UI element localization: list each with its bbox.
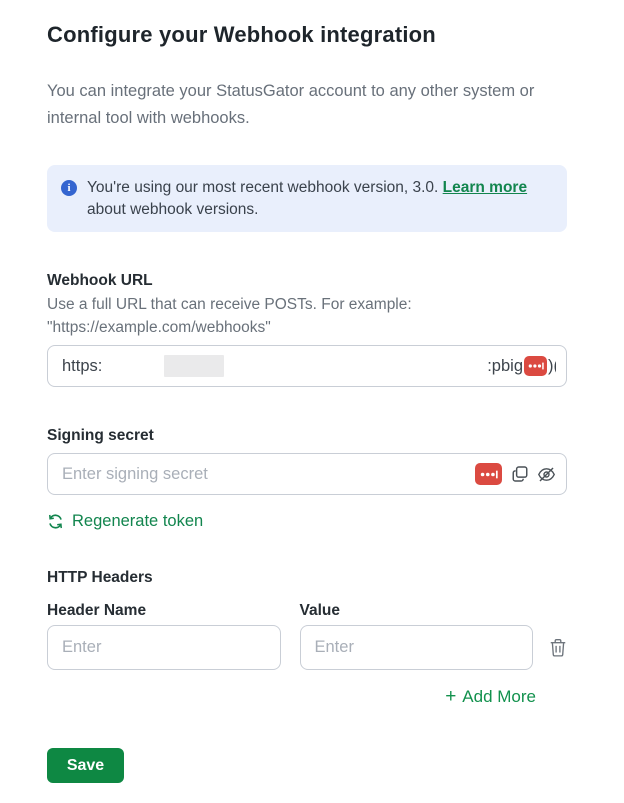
redacted-url-segment [164, 355, 224, 377]
signing-secret-section: Signing secret [47, 427, 567, 535]
url-value-prefix: https: [62, 357, 102, 376]
webhook-url-section: Webhook URL Use a full URL that can rece… [47, 272, 567, 387]
url-value-right: :pbig )( [487, 356, 556, 376]
refresh-icon [47, 513, 64, 530]
delete-header-row-button[interactable] [549, 638, 567, 657]
http-header-row: Header Name Value [47, 602, 567, 670]
signing-secret-input[interactable] [62, 465, 466, 484]
banner-text-after: about webhook versions. [87, 201, 258, 218]
http-headers-label: HTTP Headers [47, 569, 567, 587]
lastpass-icon[interactable] [475, 463, 502, 485]
page-subtitle: You can integrate your StatusGator accou… [47, 78, 567, 132]
webhook-url-input[interactable]: https: :pbig )( [47, 345, 567, 387]
http-headers-section: HTTP Headers Header Name Value [47, 569, 567, 708]
header-value-input[interactable] [300, 625, 534, 670]
info-icon: i [61, 180, 77, 196]
url-value-clipped: )( [548, 357, 556, 376]
header-value-column: Value [300, 602, 534, 670]
url-value-suffix: :pbig [487, 357, 523, 376]
header-name-column: Header Name [47, 602, 281, 670]
signing-secret-icons [474, 463, 556, 485]
banner-text: You're using our most recent webhook ver… [87, 177, 551, 221]
webhook-settings-page: Configure your Webhook integration You c… [0, 0, 624, 803]
lastpass-dots-glyph [480, 470, 498, 479]
lastpass-dots-glyph [528, 362, 544, 370]
copy-icon[interactable] [511, 465, 529, 483]
add-more-label: Add More [462, 687, 536, 706]
info-banner: i You're using our most recent webhook v… [47, 165, 567, 232]
signing-secret-label: Signing secret [47, 427, 567, 445]
save-button[interactable]: Save [47, 748, 124, 783]
webhook-url-help: Use a full URL that can receive POSTs. F… [47, 293, 567, 339]
add-more-button[interactable]: + Add More [47, 686, 536, 708]
header-name-input[interactable] [47, 625, 281, 670]
eye-slash-icon[interactable] [537, 465, 556, 484]
banner-text-before: You're using our most recent webhook ver… [87, 179, 443, 196]
plus-icon: + [445, 686, 456, 707]
header-name-label: Header Name [47, 602, 281, 620]
lastpass-icon[interactable] [524, 356, 547, 376]
trash-icon [549, 638, 567, 657]
signing-secret-inputbox [47, 453, 567, 495]
page-title: Configure your Webhook integration [47, 22, 567, 48]
regenerate-token-link[interactable]: Regenerate token [47, 512, 203, 531]
regenerate-token-label: Regenerate token [72, 512, 203, 531]
webhook-url-label: Webhook URL [47, 272, 567, 290]
webhook-url-help-line1: Use a full URL that can receive POSTs. F… [47, 296, 412, 313]
value-label: Value [300, 602, 534, 620]
webhook-url-help-line2: "https://example.com/webhooks" [47, 319, 271, 336]
learn-more-link[interactable]: Learn more [443, 179, 527, 196]
